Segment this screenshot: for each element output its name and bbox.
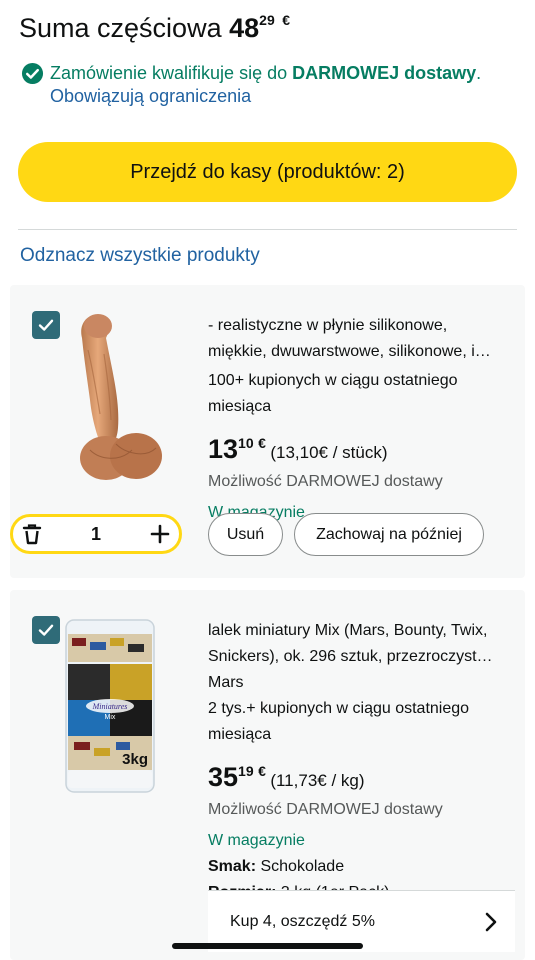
deselect-all-link[interactable]: Odznacz wszystkie produkty — [20, 245, 260, 267]
item-price: 1310 € (13,10€ / stück) — [208, 428, 518, 469]
product-image[interactable] — [60, 310, 165, 490]
unit-price: (11,73€ / kg) — [270, 771, 365, 790]
item-info: lalek miniatury Mix (Mars, Bounty, Twix,… — [208, 618, 518, 906]
item-info: - realistyczne w płynie silikonowe, mięk… — [208, 313, 518, 526]
price-currency: € — [258, 763, 266, 779]
price-fraction: 10 — [238, 435, 254, 451]
price-currency: € — [258, 435, 266, 451]
subtotal-currency: € — [282, 12, 291, 28]
free-delivery-suffix: . — [476, 63, 482, 83]
item-title-line1[interactable]: - realistyczne w płynie silikonowe, — [208, 313, 518, 339]
free-delivery-prefix: Zamówienie kwalifikuje się do — [50, 63, 293, 83]
flavor-label: Smak: — [208, 858, 257, 875]
subtotal-label: Suma częściowa — [19, 13, 222, 43]
plus-icon[interactable] — [150, 524, 170, 544]
trash-icon[interactable] — [22, 523, 42, 545]
home-indicator[interactable] — [172, 943, 363, 949]
price-fraction: 19 — [238, 763, 254, 779]
chevron-right-icon — [485, 912, 497, 931]
product-image[interactable]: Miniatures Mix 3kg — [64, 618, 156, 794]
quantity-value: 1 — [90, 523, 101, 544]
flavor-value: Schokolade — [260, 858, 345, 875]
item-price: 3519 € (11,73€ / kg) — [208, 756, 518, 797]
restrictions-link[interactable]: Obowiązują ograniczenia — [50, 86, 251, 107]
bought-count-line2: miesiąca — [208, 726, 272, 743]
delete-button[interactable]: Usuń — [208, 513, 283, 556]
package-weight: 3kg — [122, 751, 148, 768]
item-checkbox[interactable] — [32, 616, 60, 644]
item-title-line2[interactable]: Snickers), ok. 296 sztuk, przezroczyst… — [208, 644, 518, 670]
unit-price: (13,10€ / stück) — [270, 443, 388, 462]
subtotal-amount: 48 — [229, 13, 260, 43]
cart-item: - realistyczne w płynie silikonowe, mięk… — [10, 285, 525, 578]
bought-count-line1: 100+ kupionych w ciągu ostatniego — [208, 372, 458, 389]
subtotal: Suma częściowa 4829 € — [19, 12, 290, 44]
item-brand: Mars — [208, 674, 244, 691]
save-for-later-button[interactable]: Zachowaj na później — [294, 513, 484, 556]
stock-status: W magazynie — [208, 832, 305, 849]
package-mix: Mix — [105, 714, 116, 721]
checkmark-icon — [38, 319, 54, 331]
delivery-info: Możliwość DARMOWEJ dostawy — [208, 801, 443, 818]
free-delivery-notice: Zamówienie kwalifikuje się do DARMOWEJ d… — [21, 60, 521, 87]
divider — [18, 229, 517, 230]
item-title-line1[interactable]: lalek miniatury Mix (Mars, Bounty, Twix, — [208, 618, 518, 644]
free-delivery-text: Zamówienie kwalifikuje się do DARMOWEJ d… — [50, 60, 521, 87]
item-checkbox[interactable] — [32, 311, 60, 339]
delivery-info: Możliwość DARMOWEJ dostawy — [208, 473, 443, 490]
bought-count-line2: miesiąca — [208, 398, 272, 415]
package-brand: Miniatures — [92, 702, 128, 711]
item-title-line2[interactable]: miękkie, dwuwarstwowe, silikonowe, i… — [208, 339, 518, 365]
bulk-offer-text: Kup 4, oszczędź 5% — [230, 912, 375, 930]
price-whole: 13 — [208, 434, 239, 464]
checkmark-icon — [38, 624, 54, 636]
flavor-attribute: Smak: Schokolade — [208, 854, 518, 880]
bought-count-line1: 2 tys.+ kupionych w ciągu ostatniego — [208, 700, 470, 717]
checkout-button[interactable]: Przejdź do kasy (produktów: 2) — [18, 142, 517, 202]
quantity-stepper[interactable]: 1 — [10, 514, 182, 554]
cart-item: Miniatures Mix 3kg lalek miniatury Mix (… — [10, 590, 525, 960]
subtotal-fraction: 29 — [259, 12, 275, 28]
check-circle-icon — [21, 62, 44, 85]
price-whole: 35 — [208, 762, 239, 792]
free-delivery-highlight: DARMOWEJ dostawy — [292, 63, 477, 83]
